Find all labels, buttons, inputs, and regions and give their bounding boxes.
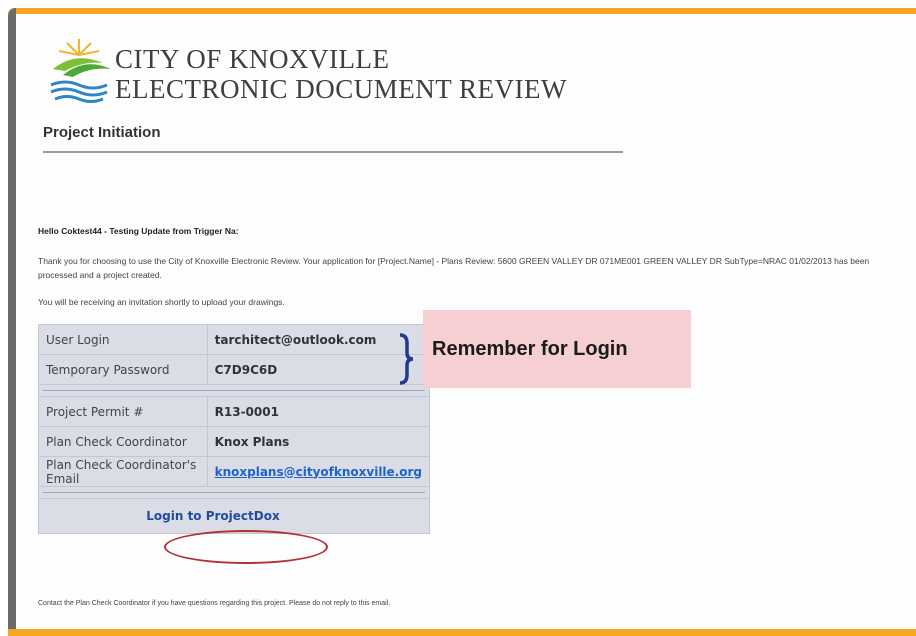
body-paragraph-1: Thank you for choosing to use the City o… bbox=[38, 256, 870, 280]
login-highlight-oval bbox=[164, 530, 328, 564]
table-row: User Login tarchitect@outlook.com bbox=[38, 324, 431, 355]
login-info-table: User Login tarchitect@outlook.com Tempor… bbox=[38, 324, 431, 534]
table-row: Temporary Password C7D9C6D bbox=[38, 354, 431, 385]
table-separator bbox=[38, 384, 430, 397]
table-row: Login to ProjectDox bbox=[38, 498, 430, 534]
city-logo-icon bbox=[50, 39, 111, 103]
table-row: Plan Check Coordinator's Email knoxplans… bbox=[38, 456, 431, 487]
coordinator-value: Knox Plans bbox=[206, 426, 431, 457]
greeting: Hello Coktest44 - Testing Update from Tr… bbox=[38, 226, 239, 236]
body-paragraph-2: You will be receiving an invitation shor… bbox=[38, 297, 285, 307]
footer-note: Contact the Plan Check Coordinator if yo… bbox=[38, 600, 391, 607]
coordinator-email-label: Plan Check Coordinator's Email bbox=[38, 456, 208, 487]
table-separator bbox=[38, 486, 430, 499]
coordinator-label: Plan Check Coordinator bbox=[38, 426, 208, 457]
curly-brace-icon bbox=[399, 333, 414, 385]
temp-password-label: Temporary Password bbox=[38, 354, 208, 385]
user-login-label: User Login bbox=[38, 324, 208, 355]
frame-bottom-border bbox=[8, 629, 916, 636]
table-row: Plan Check Coordinator Knox Plans bbox=[38, 426, 431, 457]
brand-line-2: ELECTRONIC DOCUMENT REVIEW bbox=[115, 74, 567, 104]
login-to-projectdox-link[interactable]: Login to ProjectDox bbox=[146, 509, 279, 523]
title-divider bbox=[43, 151, 623, 153]
frame-left-border bbox=[8, 8, 16, 636]
coordinator-email-link[interactable]: knoxplans@cityofknoxville.org bbox=[206, 456, 431, 487]
page-title: Project Initiation bbox=[43, 124, 161, 141]
brand-line-1: CITY OF KNOXVILLE bbox=[115, 44, 390, 74]
callout-text: Remember for Login bbox=[432, 338, 628, 360]
permit-label: Project Permit # bbox=[38, 396, 208, 427]
table-row: Project Permit # R13-0001 bbox=[38, 396, 431, 427]
permit-value: R13-0001 bbox=[206, 396, 431, 427]
